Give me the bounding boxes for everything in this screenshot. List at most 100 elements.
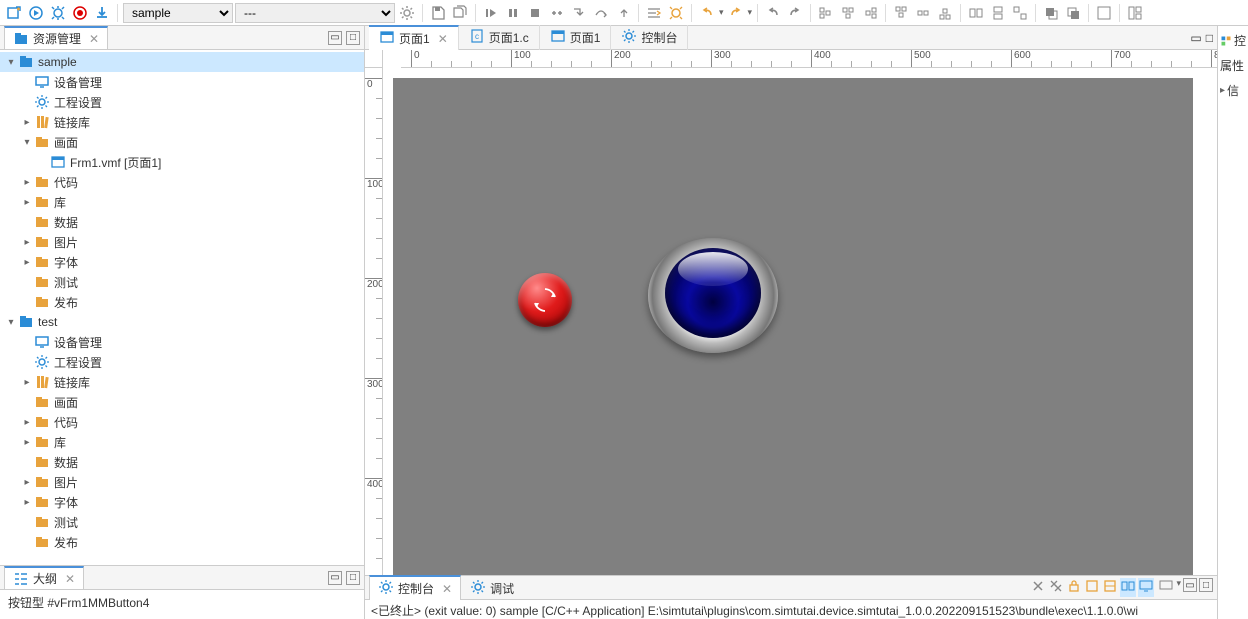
config-select[interactable]: ---	[235, 3, 395, 23]
design-canvas-wrap[interactable]	[383, 68, 1217, 575]
same-width-button[interactable]	[966, 3, 986, 23]
play-button[interactable]	[26, 3, 46, 23]
tree-item[interactable]: ▾画面	[0, 132, 364, 152]
tree-item[interactable]: ▸字体	[0, 252, 364, 272]
close-icon[interactable]: ✕	[438, 32, 448, 46]
tree-item[interactable]: ▸字体	[0, 492, 364, 512]
align-bottom-button[interactable]	[935, 3, 955, 23]
redo-button[interactable]	[726, 3, 746, 23]
editor-tab[interactable]: c页面1.c	[459, 25, 540, 50]
tree-item[interactable]: 画面	[0, 392, 364, 412]
design-canvas[interactable]	[393, 78, 1193, 575]
tree-item[interactable]: ▸图片	[0, 232, 364, 252]
emergency-stop-button[interactable]	[518, 273, 572, 327]
editor-max-button[interactable]: □	[1206, 31, 1213, 45]
tree-item[interactable]: 发布	[0, 292, 364, 312]
align-right-button[interactable]	[860, 3, 880, 23]
settings-gear-button[interactable]	[397, 3, 417, 23]
disconnect-button[interactable]	[547, 3, 567, 23]
send-back-button[interactable]	[1063, 3, 1083, 23]
props-tab-2[interactable]: 属性	[1220, 55, 1246, 76]
undo-button[interactable]	[697, 3, 717, 23]
minimize-view-button[interactable]: ▭	[328, 31, 342, 45]
close-icon[interactable]: ✕	[442, 582, 452, 596]
tree-item[interactable]: ▾test	[0, 312, 364, 332]
console-max-button[interactable]: □	[1199, 578, 1213, 592]
pause-button[interactable]	[503, 3, 523, 23]
tree-item[interactable]: ▸库	[0, 432, 364, 452]
tree-expander[interactable]: ▸	[20, 497, 34, 508]
editor-tab[interactable]: 页面1	[540, 25, 612, 50]
save-all-button[interactable]	[450, 3, 470, 23]
maximize-view-button[interactable]: □	[346, 31, 360, 45]
tree-expander[interactable]: ▸	[20, 437, 34, 448]
align-left-button[interactable]	[816, 3, 836, 23]
console-tab[interactable]: 调试	[461, 575, 523, 600]
tree-item[interactable]: ▸链接库	[0, 112, 364, 132]
tree-item[interactable]: Frm1.vmf [页面1]	[0, 152, 364, 172]
bring-front-button[interactable]	[1041, 3, 1061, 23]
tree-item[interactable]: 数据	[0, 452, 364, 472]
project-select[interactable]: sample	[123, 3, 233, 23]
console-pin-button[interactable]	[1084, 578, 1100, 597]
close-icon[interactable]: ✕	[65, 572, 75, 586]
console-output[interactable]: <已终止> (exit value: 0) sample [C/C++ Appl…	[365, 600, 1217, 619]
step-over-button[interactable]	[591, 3, 611, 23]
tree-item[interactable]: ▸代码	[0, 172, 364, 192]
download-button[interactable]	[92, 3, 112, 23]
props-tab-1[interactable]: 控	[1220, 30, 1246, 51]
align-center-v-button[interactable]	[913, 3, 933, 23]
tree-expander[interactable]: ▸	[20, 117, 34, 128]
stop-record-button[interactable]	[70, 3, 90, 23]
step-into-button[interactable]	[569, 3, 589, 23]
editor-tab[interactable]: 页面1✕	[369, 25, 459, 50]
same-size-button[interactable]	[1010, 3, 1030, 23]
console-clear-button[interactable]	[1030, 578, 1046, 597]
tree-item[interactable]: 发布	[0, 532, 364, 552]
console-display-button[interactable]	[1138, 578, 1154, 597]
props-tab-3[interactable]: ▸信	[1220, 80, 1246, 101]
perspective-button[interactable]	[1125, 3, 1145, 23]
debug-button[interactable]	[48, 3, 68, 23]
tree-item[interactable]: ▸代码	[0, 412, 364, 432]
tree-expander[interactable]: ▾	[4, 57, 18, 68]
tree-expander[interactable]: ▸	[20, 377, 34, 388]
tree-item[interactable]: 测试	[0, 272, 364, 292]
minimize-outline-button[interactable]: ▭	[328, 571, 342, 585]
align-center-h-button[interactable]	[838, 3, 858, 23]
console-select-button[interactable]	[1158, 578, 1174, 597]
tree-item[interactable]: ▾sample	[0, 52, 364, 72]
tree-expander[interactable]: ▸	[20, 257, 34, 268]
tree-item[interactable]: 数据	[0, 212, 364, 232]
new-project-button[interactable]	[4, 3, 24, 23]
tree-expander[interactable]: ▸	[20, 477, 34, 488]
same-height-button[interactable]	[988, 3, 1008, 23]
tree-item[interactable]: ▸链接库	[0, 372, 364, 392]
project-tree[interactable]: ▾sample设备管理工程设置▸链接库▾画面Frm1.vmf [页面1]▸代码▸…	[0, 50, 364, 565]
console-min-button[interactable]: ▭	[1183, 578, 1197, 592]
tree-expander[interactable]: ▾	[20, 137, 34, 148]
console-scroll-button[interactable]	[1102, 578, 1118, 597]
continue-button[interactable]	[481, 3, 501, 23]
tree-item[interactable]: ▸图片	[0, 472, 364, 492]
outline-tab[interactable]: 大纲 ✕	[4, 566, 84, 589]
console-clear-all-button[interactable]	[1048, 578, 1064, 597]
tree-expander[interactable]: ▸	[20, 417, 34, 428]
console-tab[interactable]: 控制台✕	[369, 575, 461, 600]
align-top-button[interactable]	[891, 3, 911, 23]
tree-item[interactable]: 工程设置	[0, 92, 364, 112]
stop-button[interactable]	[525, 3, 545, 23]
maximize-outline-button[interactable]: □	[346, 571, 360, 585]
tree-item[interactable]: ▸库	[0, 192, 364, 212]
save-button[interactable]	[428, 3, 448, 23]
console-wrap-button[interactable]	[1120, 578, 1136, 597]
tree-expander[interactable]: ▸	[20, 177, 34, 188]
step-return-button[interactable]	[613, 3, 633, 23]
explorer-tab[interactable]: 资源管理 ✕	[4, 26, 108, 49]
tree-item[interactable]: 设备管理	[0, 72, 364, 92]
tree-item[interactable]: 设备管理	[0, 332, 364, 352]
editor-min-button[interactable]: ▭	[1190, 31, 1201, 45]
forward-nav-button[interactable]	[785, 3, 805, 23]
indicator-lamp[interactable]	[648, 238, 778, 353]
tree-expander[interactable]: ▸	[20, 237, 34, 248]
